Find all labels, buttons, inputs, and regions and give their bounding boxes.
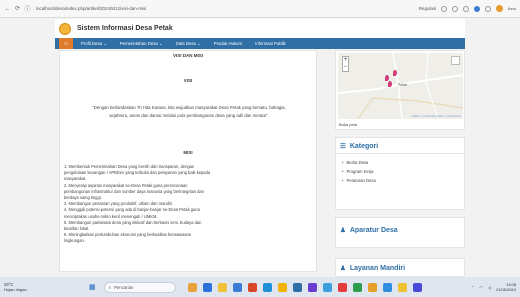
visi-text: "Dengan berlandaskan Tri Hita Karana, ki… — [92, 105, 286, 118]
taskbar: 26°C Hujan ringan ▦ ⌕ Pencarian ⌃ ◠ ◁ 13… — [0, 277, 520, 297]
clock-date: 21/05/2024 — [495, 287, 516, 292]
app-icon[interactable] — [247, 282, 257, 292]
favorite-icon[interactable] — [452, 5, 459, 12]
start-icon[interactable]: ▦ — [89, 283, 96, 291]
app-icon[interactable] — [307, 282, 317, 292]
kategori-item-program-kerja[interactable]: Program Kerja — [342, 167, 458, 176]
layanan-card: ♟ Layanan Mandiri — [335, 258, 465, 277]
app-icon[interactable] — [202, 282, 212, 292]
app-icon[interactable] — [232, 282, 242, 292]
wifi-icon[interactable]: ◠ — [479, 285, 483, 290]
home-icon[interactable]: ⌂ — [59, 38, 73, 49]
browser-search-chip[interactable]: Regulasi — [419, 6, 437, 11]
profile-sync-icon[interactable] — [474, 5, 481, 12]
misi-heading: MISI — [183, 150, 193, 155]
extension-icon[interactable] — [441, 5, 448, 12]
app-icon[interactable] — [292, 282, 302, 292]
app-icon[interactable] — [352, 282, 362, 292]
map-pin-icon[interactable] — [385, 75, 389, 81]
open-map-link[interactable]: Buka peta — [338, 122, 462, 127]
app-icon[interactable] — [337, 282, 347, 292]
search-icon: ⌕ — [108, 284, 112, 290]
article-card: VISI DAN MISI VISI "Dengan berlandaskan … — [59, 50, 317, 272]
kategori-item-peraturan-desa[interactable]: Peraturan Desa — [342, 176, 458, 185]
address-bar[interactable]: localhost/desa/index.php/artikel/2024/5/… — [36, 6, 296, 11]
app-icon[interactable] — [412, 282, 422, 292]
nav-item-pemerintahan-desa[interactable]: Pemerintahan Desa ⌄ — [120, 41, 163, 47]
app-icon[interactable] — [187, 282, 197, 292]
avatar[interactable] — [496, 5, 504, 12]
chrome-icon[interactable] — [367, 282, 377, 292]
collections-icon[interactable] — [463, 5, 470, 12]
map-view[interactable]: + − Petak Leaflet | © OpenStreetMap | con… — [338, 53, 463, 119]
app-icon[interactable] — [397, 282, 407, 292]
kategori-header: ☰ Kategori — [336, 138, 464, 154]
system-tray: ⌃ ◠ ◁ 13:08 21/05/2024 — [471, 282, 516, 292]
map-zoom-control[interactable]: + − — [342, 56, 349, 72]
layanan-title: Layanan Mandiri — [349, 264, 406, 272]
visi-heading: VISI — [183, 78, 193, 83]
user-icon: ♟ — [340, 265, 346, 272]
kategori-card: ☰ Kategori Berita Desa Program Kerja Per… — [335, 137, 465, 210]
app-icon[interactable] — [382, 282, 392, 292]
site-title[interactable]: Sistem Informasi Desa Petak — [77, 25, 173, 32]
folder-icon[interactable] — [217, 282, 227, 292]
kategori-list: Berita Desa Program Kerja Peraturan Desa — [336, 154, 464, 189]
aparatur-title: Aparatur Desa — [349, 226, 398, 234]
reload-icon[interactable]: ⟳ — [14, 5, 21, 12]
nav-item-profil-desa[interactable]: Profil Desa ⌄ — [81, 41, 107, 47]
misi-line: lingkungan. — [64, 238, 85, 244]
weather-widget[interactable]: 26°C Hujan ringan — [4, 282, 59, 292]
tray-chevron-icon[interactable]: ⌃ — [471, 285, 474, 290]
volume-icon[interactable]: ◁ — [488, 285, 491, 290]
nav-item-produk-hukum[interactable]: Produk Hukum — [214, 41, 242, 46]
layers-icon[interactable] — [451, 56, 460, 65]
info-icon[interactable]: ⓘ — [24, 5, 31, 13]
list-icon: ☰ — [340, 143, 346, 150]
map-pin-icon[interactable] — [388, 81, 392, 87]
kategori-item-berita-desa[interactable]: Berita Desa — [342, 158, 458, 167]
nav-item-informasi-publik[interactable]: Informasi Publik — [255, 41, 286, 46]
misi-list: 1. Membentuk Pemerintahan Desa yang bers… — [64, 164, 312, 245]
profile-name[interactable]: Ibnu — [508, 6, 516, 11]
weather-desc: Hujan ringan — [4, 287, 27, 292]
back-icon[interactable]: ← — [4, 5, 11, 12]
main-nav: ⌂ Profil Desa ⌄ Pemerintahan Desa ⌄ Data… — [55, 38, 465, 49]
app-icon[interactable] — [277, 282, 287, 292]
edge-icon[interactable] — [262, 282, 272, 292]
map-pin-icon[interactable] — [393, 70, 397, 76]
taskbar-search-placeholder: Pencarian — [114, 284, 134, 290]
settings-icon[interactable] — [485, 5, 492, 12]
article-title: VISI DAN MISI — [172, 53, 203, 58]
map-town-label: Petak — [398, 83, 407, 87]
aparatur-card: ♟ Aparatur Desa — [335, 217, 465, 248]
site-header: Sistem Informasi Desa Petak — [55, 19, 465, 38]
map-attribution[interactable]: Leaflet | © OpenStreetMap | contributors — [411, 114, 461, 118]
site-logo-icon[interactable] — [59, 22, 71, 35]
layanan-header[interactable]: ♟ Layanan Mandiri — [336, 259, 464, 275]
kategori-title: Kategori — [349, 142, 379, 150]
taskbar-search[interactable]: ⌕ Pencarian — [103, 281, 176, 293]
aparatur-header[interactable]: ♟ Aparatur Desa — [336, 218, 464, 237]
map-card: + − Petak Leaflet | © OpenStreetMap | con… — [335, 50, 465, 130]
user-icon: ♟ — [340, 227, 346, 234]
clock[interactable]: 13:08 21/05/2024 — [496, 282, 516, 292]
app-icon[interactable] — [322, 282, 332, 292]
taskbar-apps — [187, 282, 422, 292]
browser-toolbar: ← ⟳ ⓘ localhost/desa/index.php/artikel/2… — [0, 0, 520, 18]
nav-item-data-desa[interactable]: Data Desa ⌄ — [176, 41, 201, 47]
